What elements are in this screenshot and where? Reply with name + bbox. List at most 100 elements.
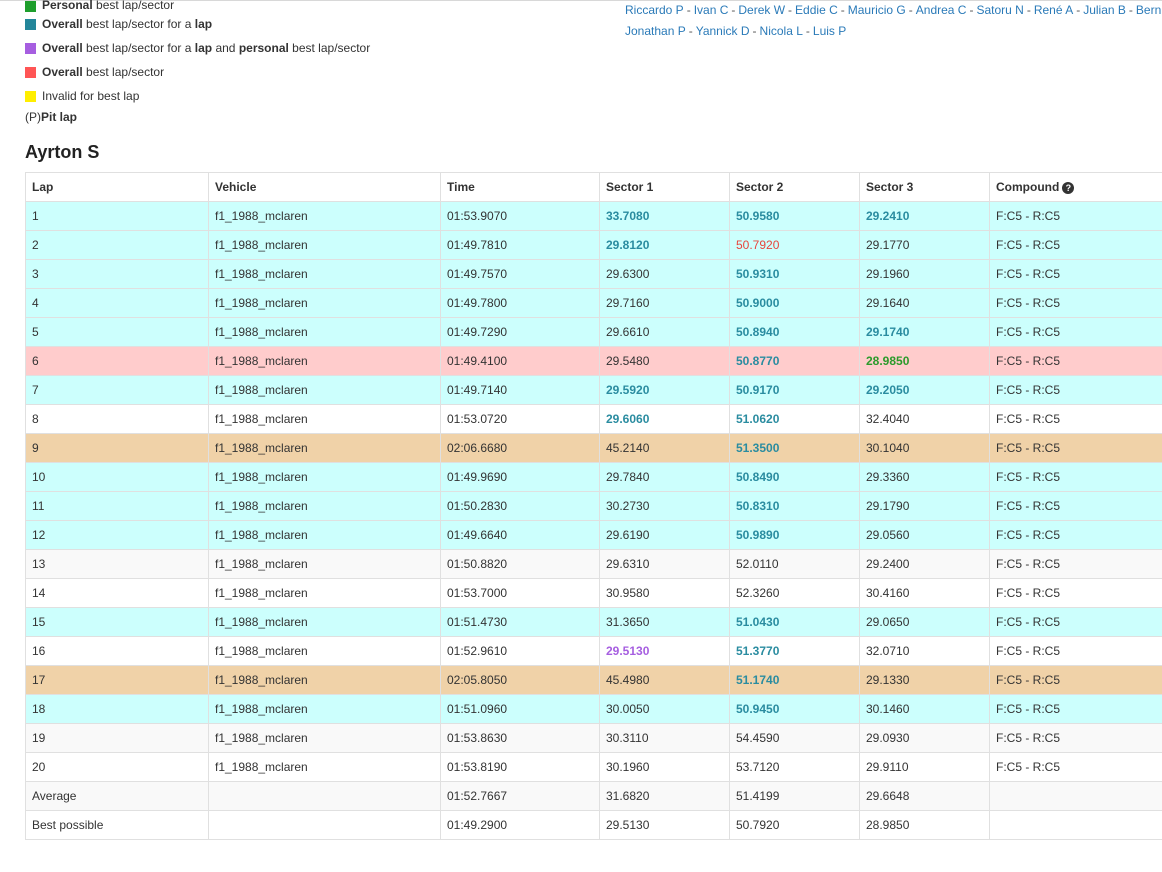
col-lap[interactable]: Lap [25, 172, 209, 202]
driver-link[interactable]: Jonathan P [625, 24, 686, 38]
question-circle-icon[interactable]: ? [1062, 181, 1075, 194]
sector-2-cell: 50.9000 [729, 288, 860, 318]
table-row: 18 f1_1988_mclaren 01:51.0960 30.0050 50.945… [25, 694, 1162, 724]
legend-text-part: and [212, 41, 239, 55]
sector-3-cell: 29.3360 [859, 462, 990, 492]
sector-1-cell: 29.7840 [599, 462, 730, 492]
table-row: 10 f1_1988_mclaren 01:49.9690 29.7840 50.849… [25, 462, 1162, 492]
vehicle-cell: f1_1988_mclaren [208, 375, 441, 405]
vehicle-cell: f1_1988_mclaren [208, 259, 441, 289]
lap-cell: 13 [25, 549, 209, 579]
sector-1-cell: 29.6610 [599, 317, 730, 347]
sector-1-cell: 29.5920 [599, 375, 730, 405]
col-vehicle[interactable]: Vehicle [208, 172, 441, 202]
col-sector-3[interactable]: Sector 3 [859, 172, 990, 202]
vehicle-cell: f1_1988_mclaren [208, 520, 441, 550]
sector-2-cell: 54.4590 [729, 723, 860, 753]
vehicle-cell: f1_1988_mclaren [208, 549, 441, 579]
compound-cell: F:C5 - R:C5 [989, 433, 1162, 463]
driver-link[interactable]: Bern [1136, 3, 1161, 17]
compound-cell: F:C5 - R:C5 [989, 201, 1162, 231]
legend-text-part: best lap/sector [82, 65, 165, 79]
sector-3-cell: 29.2410 [859, 201, 990, 231]
sector-3-cell: 29.1330 [859, 665, 990, 695]
driver-separator: - [969, 3, 974, 17]
lap-cell: 2 [25, 230, 209, 260]
time-cell: 01:49.6640 [440, 520, 600, 550]
driver-link[interactable]: Derek W [738, 3, 785, 17]
vehicle-cell [208, 810, 441, 840]
sector-3-cell: 29.1740 [859, 317, 990, 347]
vehicle-cell: f1_1988_mclaren [208, 404, 441, 434]
col-sector-2[interactable]: Sector 2 [729, 172, 860, 202]
time-cell: 01:49.2900 [440, 810, 600, 840]
compound-cell: F:C5 - R:C5 [989, 346, 1162, 376]
sector-1-cell: 45.4980 [599, 665, 730, 695]
legend-item: Overall best lap/sector [25, 60, 370, 84]
driver-separator: - [788, 3, 793, 17]
driver-separator: - [731, 3, 736, 17]
driver-link[interactable]: Riccardo P [625, 3, 684, 17]
lap-cell: 11 [25, 491, 209, 521]
driver-link[interactable]: Andrea C [916, 3, 967, 17]
driver-link[interactable]: Luis P [813, 24, 846, 38]
time-cell: 02:06.6680 [440, 433, 600, 463]
driver-link[interactable]: René A [1034, 3, 1073, 17]
lap-cell: 17 [25, 665, 209, 695]
compound-cell: F:C5 - R:C5 [989, 491, 1162, 521]
driver-link[interactable]: Yannick D [696, 24, 750, 38]
table-row: 5 f1_1988_mclaren 01:49.7290 29.6610 50.8940… [25, 317, 1162, 347]
vehicle-cell: f1_1988_mclaren [208, 694, 441, 724]
lap-cell: 5 [25, 317, 209, 347]
vehicle-cell: f1_1988_mclaren [208, 723, 441, 753]
compound-cell: F:C5 - R:C5 [989, 752, 1162, 782]
driver-links-line-1: Riccardo P - Ivan C - Derek W - Eddie C - Mauric… [625, 0, 1162, 21]
sector-1-cell: 29.8120 [599, 230, 730, 260]
table-row: 6 f1_1988_mclaren 01:49.4100 29.5480 50.8770… [25, 346, 1162, 376]
driver-link[interactable]: Satoru N [976, 3, 1023, 17]
driver-links-line-2: Jonathan P - Yannick D - Nicola L - Luis P [625, 21, 1162, 42]
driver-link[interactable]: Nicola L [760, 24, 803, 38]
legend-text: Overall best lap/sector for a lap and pe… [42, 41, 370, 55]
legend-text-part: personal [238, 41, 289, 55]
driver-link[interactable]: Eddie C [795, 3, 838, 17]
time-cell: 01:50.8820 [440, 549, 600, 579]
legend-text-part: best lap/sector for a [82, 17, 195, 31]
lap-cell: 10 [25, 462, 209, 492]
pit-label: Pit lap [41, 110, 78, 124]
sector-2-cell: 50.7920 [729, 230, 860, 260]
col-compound[interactable]: Compound? [989, 172, 1162, 202]
sector-1-cell: 33.7080 [599, 201, 730, 231]
driver-link[interactable]: Julian B [1083, 3, 1126, 17]
legend-text-part: Personal [42, 0, 93, 12]
col-time[interactable]: Time [440, 172, 600, 202]
time-cell: 01:51.4730 [440, 607, 600, 637]
table-row: Best possible 01:49.2900 29.5130 50.7920 28.… [25, 810, 1162, 840]
compound-cell: F:C5 - R:C5 [989, 230, 1162, 260]
time-cell: 01:53.8190 [440, 752, 600, 782]
lap-cell: 12 [25, 520, 209, 550]
sector-2-cell: 50.8940 [729, 317, 860, 347]
legend-text: Invalid for best lap [42, 89, 139, 103]
sector-3-cell: 29.1640 [859, 288, 990, 318]
sector-3-cell: 29.0650 [859, 607, 990, 637]
col-sector-1[interactable]: Sector 1 [599, 172, 730, 202]
driver-links: Riccardo P - Ivan C - Derek W - Eddie C - Mauric… [625, 0, 1162, 42]
driver-separator: - [686, 3, 691, 17]
compound-cell: F:C5 - R:C5 [989, 723, 1162, 753]
legend-text-part: Overall [42, 41, 83, 55]
driver-link[interactable]: Ivan C [694, 3, 729, 17]
legend-text: Overall best lap/sector for a lap [42, 17, 212, 31]
sector-3-cell: 32.0710 [859, 636, 990, 666]
time-cell: 01:49.7800 [440, 288, 600, 318]
driver-link[interactable]: Mauricio G [848, 3, 906, 17]
driver-separator: - [688, 24, 693, 38]
sector-3-cell: 29.0560 [859, 520, 990, 550]
table-row: 16 f1_1988_mclaren 01:52.9610 29.5130 51.377… [25, 636, 1162, 666]
legend-item: Invalid for best lap [25, 84, 370, 108]
sector-1-cell: 29.5480 [599, 346, 730, 376]
table-row: 1 f1_1988_mclaren 01:53.9070 33.7080 50.9580… [25, 201, 1162, 231]
compound-cell: F:C5 - R:C5 [989, 549, 1162, 579]
sector-2-cell: 51.0430 [729, 607, 860, 637]
legend-swatch-icon [25, 66, 36, 78]
